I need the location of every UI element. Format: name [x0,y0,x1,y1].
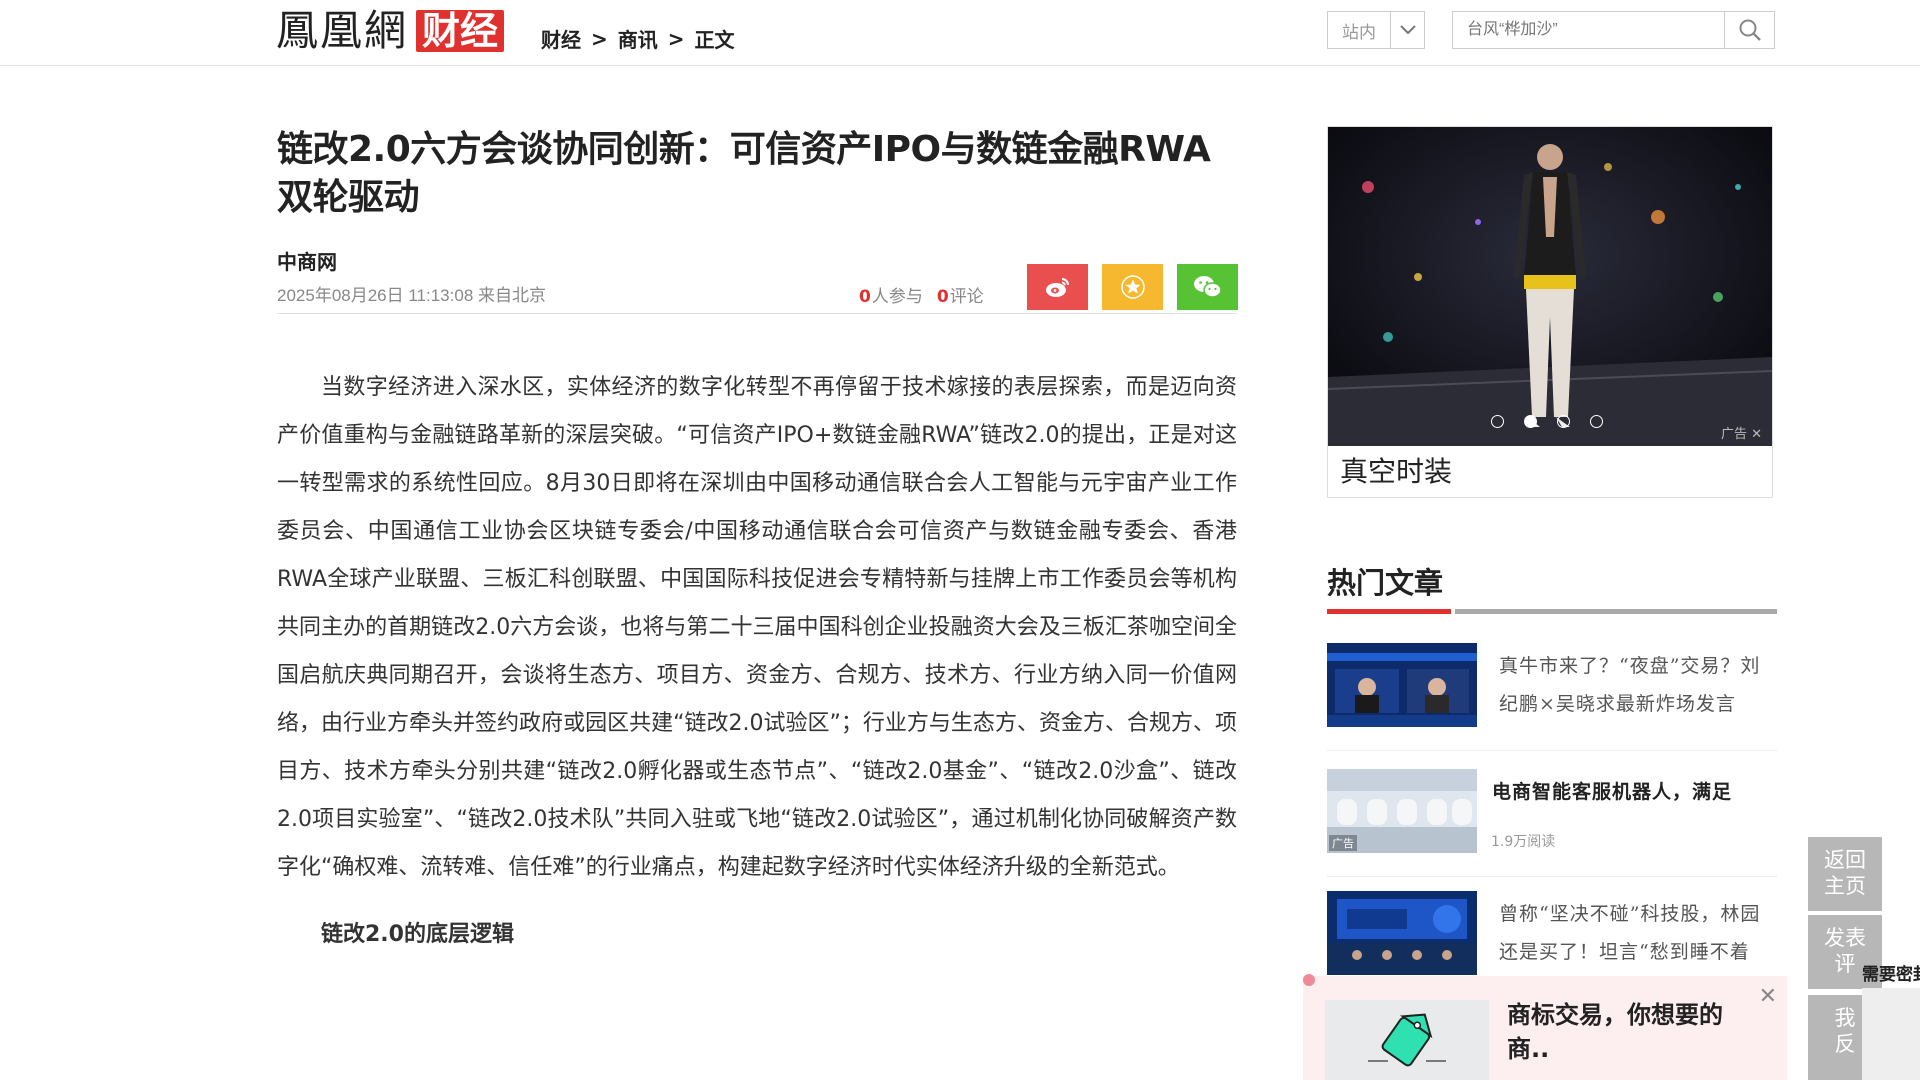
hot-articles-title: 热门文章 [1327,566,1444,600]
chevron-down-icon[interactable] [1390,12,1424,48]
site-logo[interactable]: 鳳凰網 财经 [276,6,505,55]
hot-title-underline [1327,609,1451,614]
breadcrumb-finance[interactable]: 财经 [541,24,581,53]
edge-ad-panel[interactable] [1862,988,1920,1080]
hot-article-item[interactable]: 真牛市来了？“夜盘”交易？刘纪鹏×吴晓求最新炸场发言 [1327,643,1777,751]
breadcrumb-separator: > [667,26,685,51]
hot-article-thumbnail[interactable] [1327,643,1477,727]
article: 链改2.0六方会谈协同创新：可信资产IPO与数链金融RWA双轮驱动 中商网 20… [277,126,1238,948]
popup-ad[interactable]: ✕ 商标交易，你想要的商.. [1303,976,1787,1080]
article-paragraph: 当数字经济进入深水区，实体经济的数字化转型不再停留于技术嫁接的表层探索，而是迈向… [277,375,1237,880]
edge-ad-label[interactable]: 需要密封 [1862,960,1920,985]
ad-carousel-image[interactable]: 广告 ✕ [1328,127,1772,446]
carousel-dot-active[interactable] [1524,415,1537,428]
article-body: 当数字经济进入深水区，实体经济的数字化转型不再停留于技术嫁接的表层探索，而是迈向… [277,364,1237,892]
hot-article-title[interactable]: 真牛市来了？“夜盘”交易？刘纪鹏×吴晓求最新炸场发言 [1499,647,1777,723]
carousel-dot[interactable] [1590,415,1603,428]
carousel-dots [1491,415,1603,428]
read-count: 1.9万阅读 [1491,834,1556,850]
breadcrumb-separator: > [591,26,608,51]
hot-articles-header: 热门文章 [1327,560,1777,614]
article-datetime: 2025年08月26日 11:13:08 来自北京 [277,286,546,305]
article-meta: 中商网 2025年08月26日 11:13:08 来自北京 0人参与 0评论 [277,246,1238,314]
star-icon [1120,275,1145,299]
runway-model-image [1328,127,1772,446]
search-scope-select[interactable]: 站内 [1327,11,1425,49]
back-home-button[interactable]: 返回 主页 [1808,837,1882,911]
top-bar: 鳳凰網 财经 财经 > 商讯 > 正文 站内 [0,0,1920,66]
search-scope-label: 站内 [1342,22,1376,43]
logo-channel-badge: 财经 [416,10,505,52]
ad-label: 广告 [1329,835,1357,851]
ad-caption[interactable]: 真空时装 [1328,446,1772,498]
hot-article-title[interactable]: 电商智能客服机器人，满足 [1492,773,1770,811]
breadcrumb-current: 正文 [694,28,735,52]
hot-title-rule [1455,609,1777,614]
search-input[interactable] [1453,12,1724,48]
logo-main-text: 鳳凰網 [276,6,409,55]
popup-ad-text[interactable]: 商标交易，你想要的商.. [1507,998,1757,1066]
search-icon[interactable] [1724,12,1774,48]
article-stats: 0人参与 0评论 [859,282,998,307]
article-source[interactable]: 中商网 [277,246,1237,275]
carousel-dot[interactable] [1491,415,1504,428]
participants-count[interactable]: 0人参与 [859,282,923,307]
weibo-icon [1045,278,1069,297]
hot-article-thumbnail[interactable]: 广告 [1327,769,1477,853]
favorite-button[interactable] [1102,264,1163,310]
hot-article-thumbnail[interactable] [1327,891,1477,975]
breadcrumb-business-news[interactable]: 商讯 [618,24,658,53]
carousel-dot[interactable] [1557,415,1570,428]
tag-icon [1368,1013,1446,1067]
ad-label[interactable]: 广告 ✕ [1721,423,1762,442]
sidebar-ad[interactable]: 广告 ✕ 真空时装 [1327,126,1773,498]
hot-article-item-ad[interactable]: 广告 电商智能客服机器人，满足 1.9万阅读 [1327,769,1777,877]
popup-indicator-dot [1303,974,1315,986]
search-bar [1452,11,1775,49]
breadcrumb: 财经 > 商讯 > 正文 [541,24,735,53]
article-title: 链改2.0六方会谈协同创新：可信资产IPO与数链金融RWA双轮驱动 [277,129,1211,218]
popup-ad-image[interactable] [1325,1000,1489,1080]
share-weibo-button[interactable] [1027,264,1088,310]
close-icon[interactable]: ✕ [1759,984,1777,1009]
comments-count[interactable]: 0评论 [937,282,984,307]
share-wechat-button[interactable] [1177,264,1238,310]
wechat-icon [1193,276,1222,298]
article-subheading: 链改2.0的底层逻辑 [321,922,514,947]
